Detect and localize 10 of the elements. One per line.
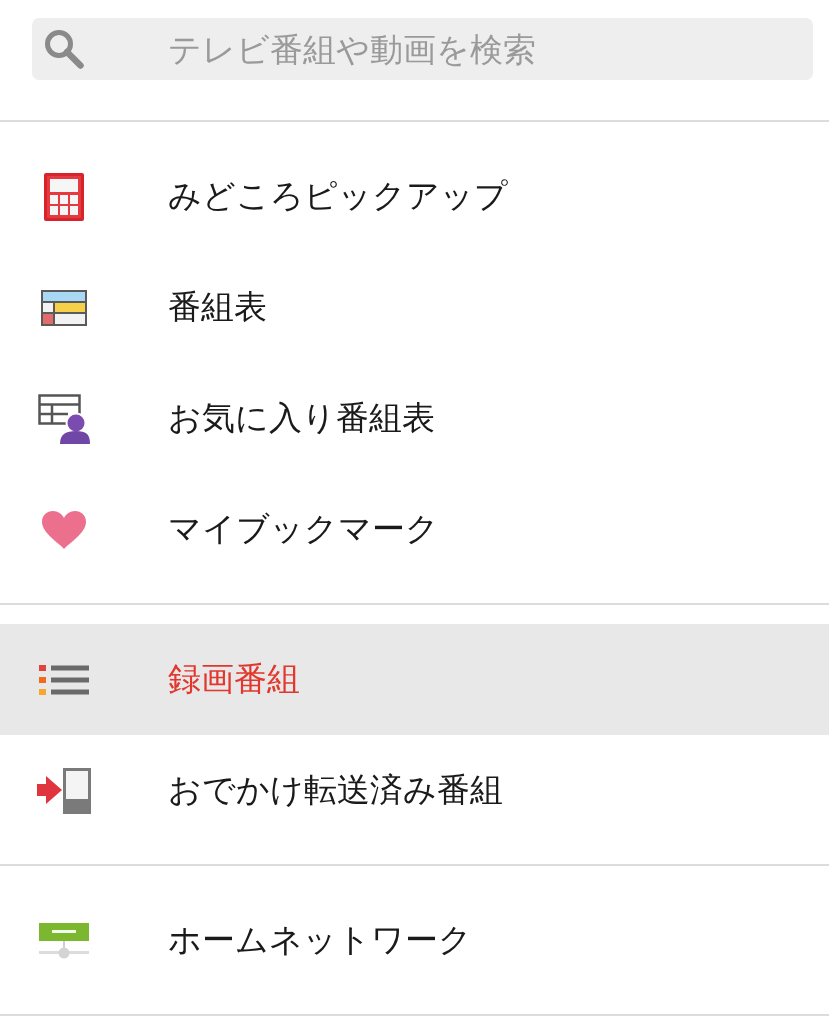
table-person-icon bbox=[38, 393, 90, 444]
calculator-icon bbox=[44, 172, 84, 221]
search-icon bbox=[44, 29, 84, 69]
arrow-device-icon bbox=[37, 767, 91, 814]
search-field[interactable]: テレビ番組や動画を検索 bbox=[32, 18, 813, 80]
network-icon bbox=[39, 922, 89, 959]
list-icon bbox=[39, 664, 89, 695]
heart-icon bbox=[42, 510, 86, 549]
table-icon bbox=[41, 289, 87, 326]
menu-item[interactable]: 録画番組 bbox=[0, 624, 829, 735]
